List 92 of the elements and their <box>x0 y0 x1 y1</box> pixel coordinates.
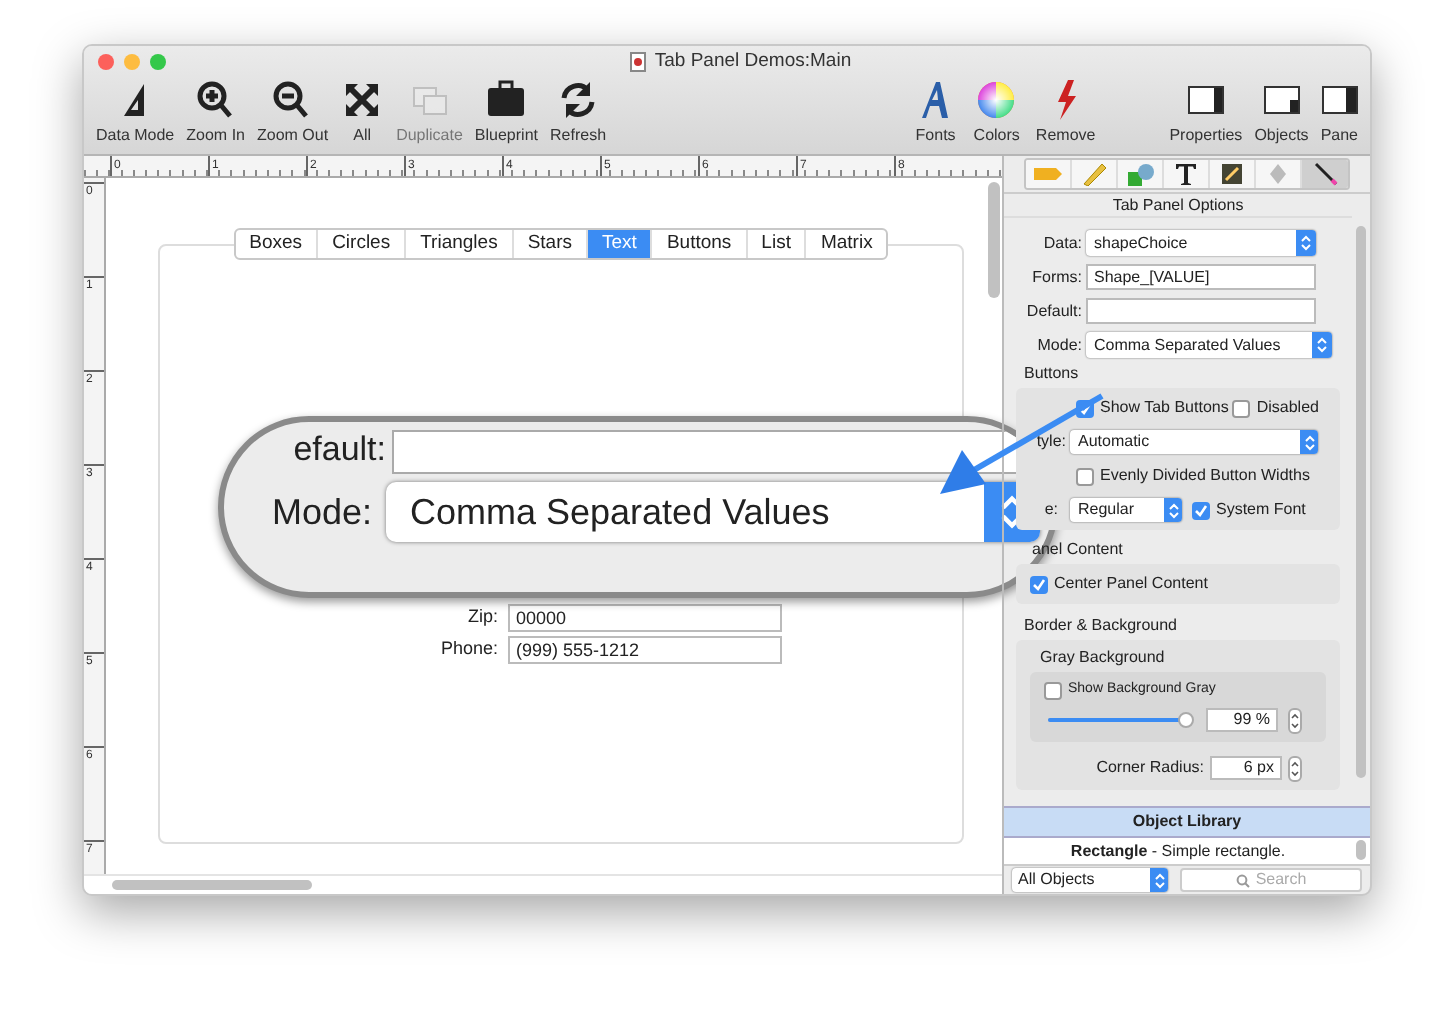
shapes-icon <box>1124 162 1156 186</box>
field-label: Phone: <box>438 636 500 663</box>
pane-layout-icon <box>1263 86 1300 114</box>
text-field[interactable]: 00000 <box>508 604 782 632</box>
stepper-control[interactable] <box>1288 707 1302 733</box>
toolbar-button[interactable]: Objects <box>1248 86 1315 148</box>
field-label: Corner Radius: <box>1096 756 1204 780</box>
section-title: anel Content <box>1032 540 1125 560</box>
slider-track[interactable] <box>1044 712 1196 728</box>
section-title: Buttons <box>1024 364 1081 384</box>
vertical-scrollbar[interactable] <box>1356 840 1366 860</box>
panel-title: Tab Panel Options <box>1004 194 1352 218</box>
toolbar-button[interactable]: Fonts <box>905 78 966 148</box>
toolbar-button[interactable]: All <box>334 80 391 148</box>
field-label: Default: <box>1024 299 1084 323</box>
field-label: tyle: <box>1034 430 1068 454</box>
toolbar-button[interactable]: Zoom In <box>180 80 251 148</box>
tool-tab[interactable] <box>1302 160 1348 188</box>
popup-button[interactable]: All Objects <box>1012 868 1168 892</box>
vertical-scrollbar[interactable] <box>1356 226 1366 778</box>
tab[interactable]: Triangles <box>406 230 514 258</box>
checkbox[interactable] <box>1232 399 1251 417</box>
magnified-label: Mode: <box>269 489 374 535</box>
checkmark-icon <box>1032 577 1046 591</box>
text-tool-icon <box>1170 162 1202 186</box>
popup-button[interactable]: Regular <box>1070 498 1182 522</box>
toolbar-button[interactable]: Pane <box>1314 86 1364 148</box>
magnified-popup: Comma Separated Values <box>386 482 1040 542</box>
tag-icon <box>1032 162 1064 186</box>
checkbox-label: System Font <box>1216 498 1306 522</box>
popup-button[interactable]: shapeChoice <box>1086 230 1316 256</box>
tab[interactable]: Boxes <box>235 230 319 258</box>
popup-arrows-icon <box>1153 871 1165 889</box>
library-header: Object Library <box>1004 806 1370 838</box>
text-field[interactable]: 6 px <box>1210 756 1282 780</box>
popup-button[interactable]: Comma Separated Values <box>1086 332 1332 358</box>
color-wheel-icon <box>974 78 1019 122</box>
checkmark-icon <box>1078 401 1092 415</box>
popup-arrows-icon <box>1167 501 1179 519</box>
checkbox-label: Show Tab Buttons <box>1100 396 1229 420</box>
checkbox-label: Evenly Divided Button Widths <box>1100 464 1310 488</box>
window-title: Tab Panel Demos:Main <box>654 47 852 76</box>
refresh-icon <box>556 80 600 120</box>
popup-arrows-icon <box>1316 336 1328 354</box>
tool-tab[interactable] <box>1164 160 1210 188</box>
toolbar-button[interactable]: Data Mode <box>90 80 181 148</box>
wand-icon <box>1309 162 1341 186</box>
text-field[interactable]: (999) 555-1212 <box>508 636 782 664</box>
popup-arrows-icon <box>1303 433 1315 451</box>
checkbox[interactable] <box>1076 467 1094 485</box>
percent-field[interactable]: 99 % <box>1206 708 1278 732</box>
tab[interactable]: Circles <box>318 230 407 258</box>
tab[interactable]: List <box>747 230 807 258</box>
toolbar-button[interactable]: Blueprint <box>468 80 544 148</box>
close-button[interactable] <box>98 54 114 70</box>
field-label: Forms: <box>1030 265 1084 289</box>
popup-arrows-icon <box>1300 234 1312 252</box>
checkbox-label: Center Panel Content <box>1054 572 1208 596</box>
field-label: Zip: <box>465 604 500 631</box>
stepper-control[interactable] <box>1288 755 1302 781</box>
document-icon <box>630 52 647 72</box>
horizontal-scrollbar[interactable] <box>112 880 312 890</box>
checkmark-icon <box>1194 503 1208 517</box>
text-field[interactable] <box>1086 298 1316 324</box>
tool-tab[interactable] <box>1210 160 1256 188</box>
zoom-in-icon <box>193 80 238 120</box>
slider-thumb[interactable] <box>1178 712 1195 728</box>
pane-layout-icon <box>1187 86 1224 114</box>
toolbar-button[interactable]: Properties <box>1163 86 1249 148</box>
pane-layout-icon <box>1321 86 1358 114</box>
zoom-button[interactable] <box>150 54 166 70</box>
briefcase-icon <box>484 80 529 120</box>
tab[interactable]: Matrix <box>806 230 887 258</box>
tab[interactable]: Buttons <box>652 230 748 258</box>
field-label: Mode: <box>1035 333 1084 357</box>
toolbar-button[interactable]: Remove <box>1027 78 1104 148</box>
checkbox-label: Disabled <box>1256 396 1319 420</box>
toolbar-button[interactable]: Refresh <box>544 80 613 148</box>
ruler-icon <box>1078 162 1110 186</box>
popup-button[interactable]: Automatic <box>1070 430 1318 454</box>
field-label: e: <box>1042 498 1060 522</box>
subsection-title: Gray Background <box>1038 648 1167 668</box>
checkbox[interactable] <box>1044 681 1062 700</box>
search-icon <box>1235 873 1250 887</box>
toolbar-button[interactable]: Zoom Out <box>250 80 335 148</box>
field-label: Data: <box>1041 231 1084 255</box>
vertical-scrollbar[interactable] <box>988 182 1000 298</box>
text-field[interactable]: Shape_[VALUE] <box>1086 264 1316 290</box>
toolbar-button[interactable]: Colors <box>965 78 1028 148</box>
magnified-label: efault: <box>291 430 388 470</box>
image-edit-icon <box>1216 162 1248 186</box>
section-title: Border & Background <box>1024 616 1179 636</box>
